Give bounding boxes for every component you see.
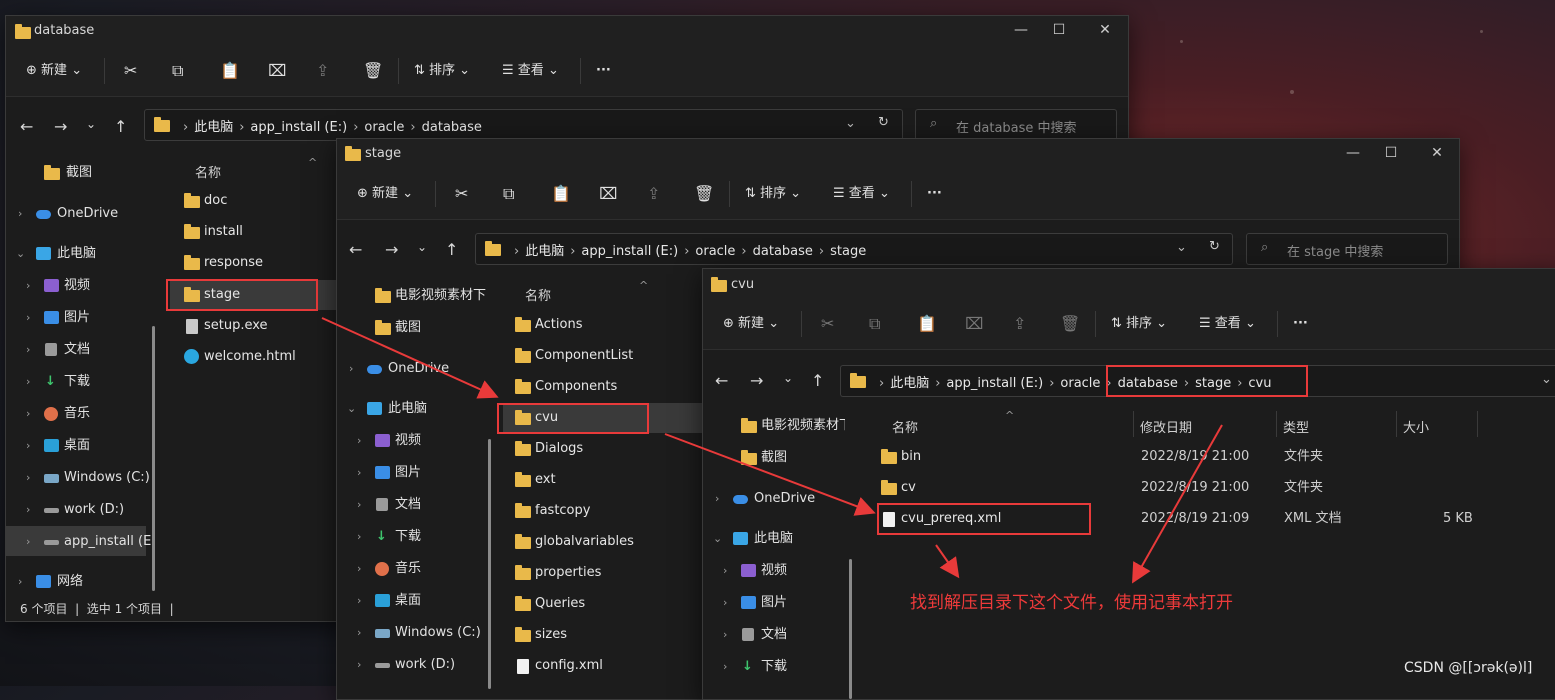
annotation-arrows bbox=[321, 317, 1223, 584]
arrow-stage-to-cvu bbox=[321, 317, 499, 399]
arrow-annotation-to-file bbox=[935, 544, 960, 579]
arrow-breadcrumb-to-annotation bbox=[1132, 424, 1223, 584]
arrow-cvu-to-xml bbox=[664, 433, 876, 516]
csdn-watermark: CSDN @[[ɔrək(ə)l] bbox=[1404, 660, 1533, 676]
